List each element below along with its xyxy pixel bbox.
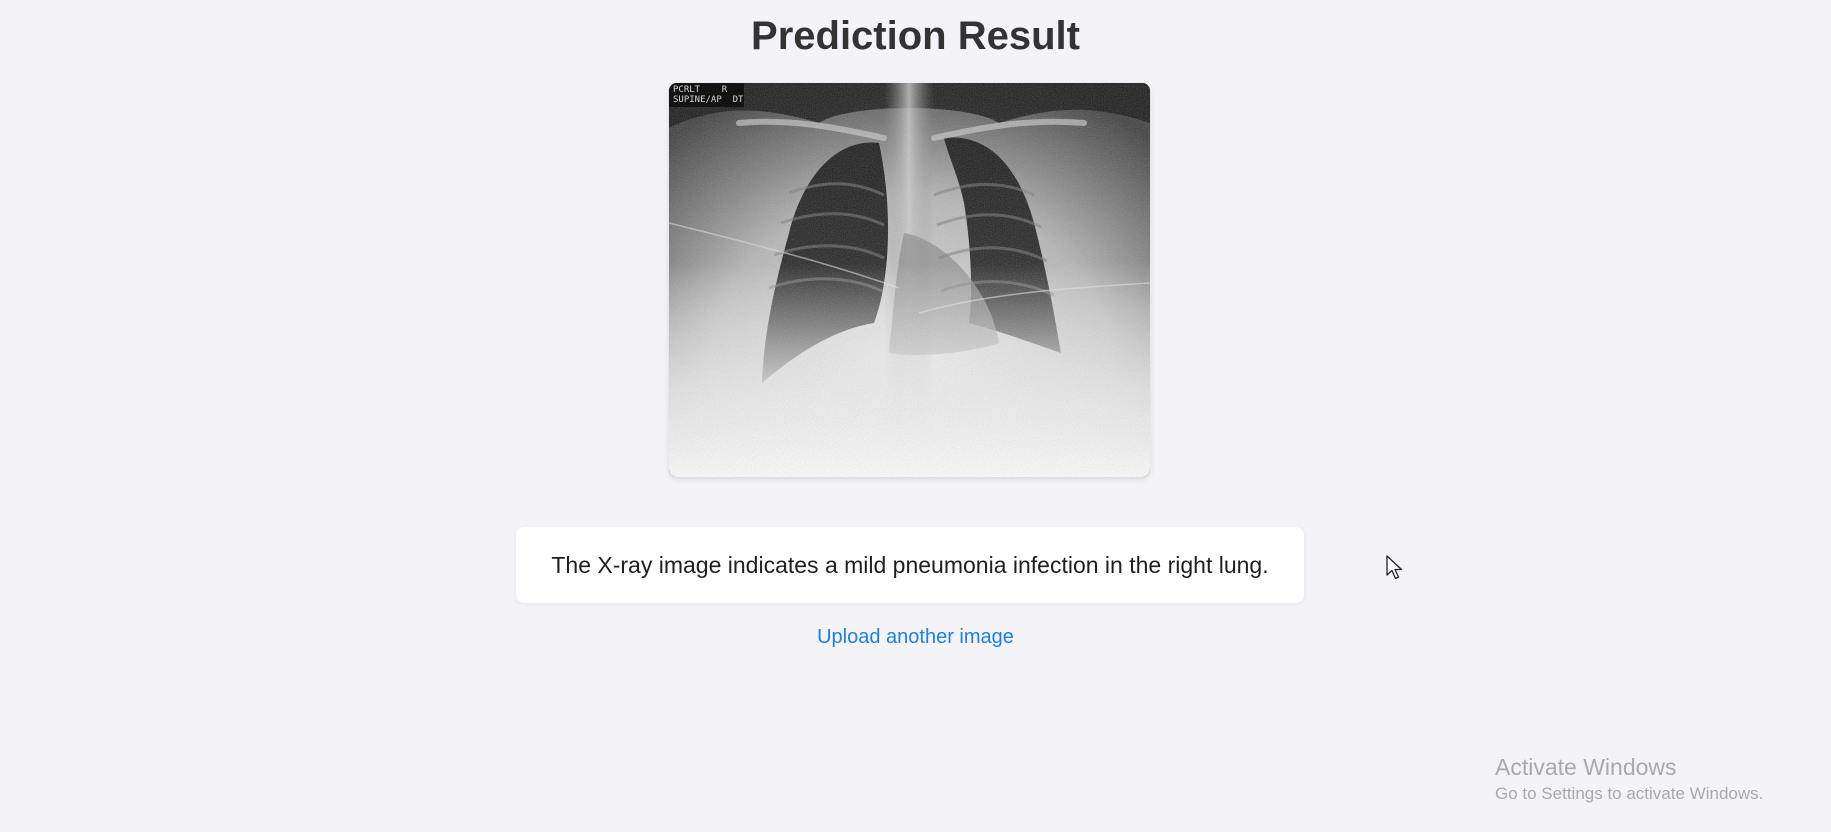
page-title: Prediction Result xyxy=(751,14,1080,58)
xray-label-line1: PCRLT R xyxy=(673,85,728,95)
prediction-result-card: The X-ray image indicates a mild pneumon… xyxy=(516,527,1304,603)
upload-another-link-row: Upload another image xyxy=(0,626,1831,649)
windows-activation-watermark: Activate Windows Go to Settings to activ… xyxy=(1495,752,1763,806)
xray-label-line2: SUPINE/AP DT xyxy=(673,95,744,105)
prediction-result-text: The X-ray image indicates a mild pneumon… xyxy=(551,551,1269,578)
mouse-pointer-icon xyxy=(1386,555,1403,580)
upload-another-image-link[interactable]: Upload another image xyxy=(817,626,1014,648)
watermark-title: Activate Windows xyxy=(1495,754,1677,780)
watermark-subtitle: Go to Settings to activate Windows. xyxy=(1495,784,1764,803)
xray-image: PCRLT R SUPINE/AP DT xyxy=(669,83,1150,477)
